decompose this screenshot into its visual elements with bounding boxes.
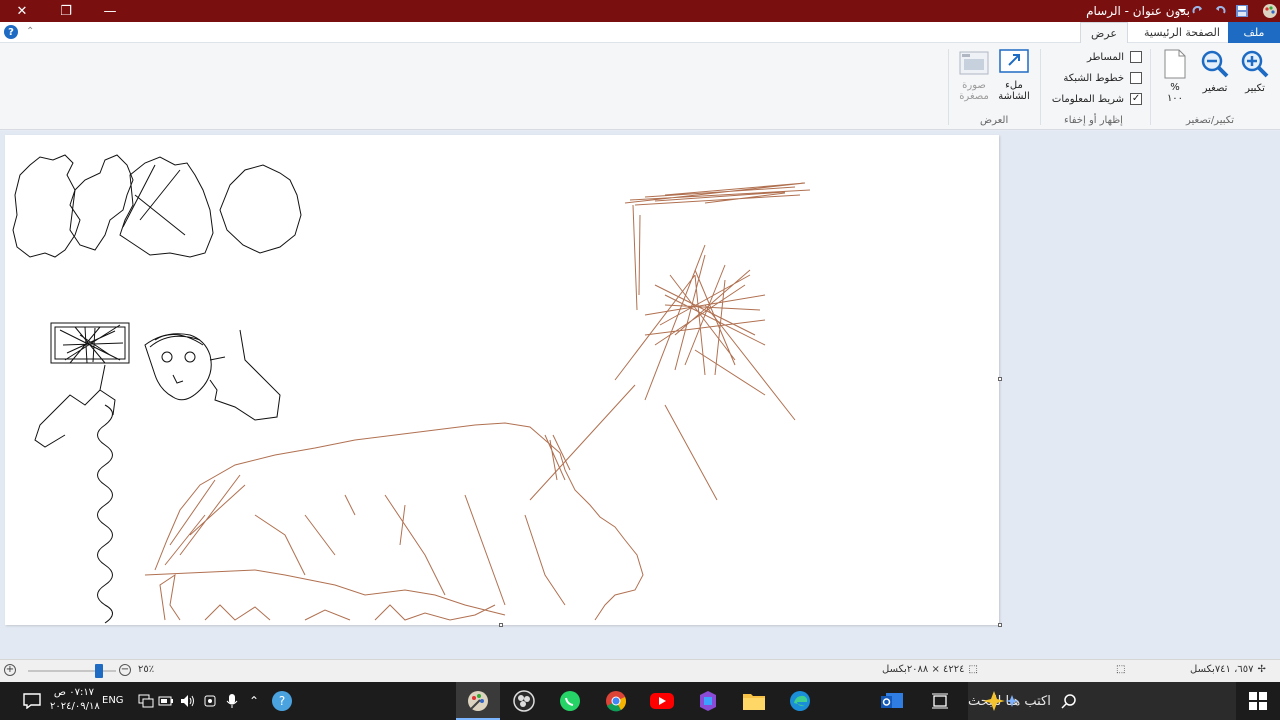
taskbar: ٠٧:١٧ ص ٢٠٢٤/٠٩/١٨ ENG ⌃ ? اكتب هنا للبح… (0, 682, 1280, 720)
sketch-scribble (59, 324, 124, 364)
zoom-group-label: تكبير/تصغير (1186, 115, 1235, 126)
resize-handle-right[interactable] (998, 377, 1002, 381)
canvas-workspace[interactable] (0, 131, 1280, 659)
copilot-sparkle-icon[interactable] (974, 687, 1034, 715)
youtube-taskbar-icon[interactable] (648, 687, 676, 715)
sketch-brown-lines-right (529, 244, 796, 501)
qat-customize-icon[interactable] (1174, 3, 1190, 19)
minimize-button[interactable]: — (88, 0, 132, 22)
show-hidden-icons[interactable]: ⌃ (240, 687, 268, 715)
windows-start-icon[interactable] (1244, 687, 1272, 715)
thumbnail-icon (959, 51, 989, 75)
save-icon[interactable] (1234, 3, 1250, 19)
tab-view[interactable]: عرض (1080, 22, 1128, 43)
drawing-canvas[interactable] (5, 135, 1002, 627)
language-indicator[interactable]: ENG (102, 694, 124, 708)
cursor-position-icon: ✢ (1257, 664, 1266, 675)
zoom-level: ٢٥٪ (138, 664, 155, 675)
file-explorer-taskbar-icon[interactable] (740, 687, 768, 715)
sketch-shape-1 (12, 154, 81, 258)
image-size: ⬚ ٤٢٢٤ × ٢٠٨٨بكسل (882, 664, 978, 675)
sketch-brown-top-lines (624, 182, 811, 206)
minus-icon: − (119, 664, 131, 676)
zoom-slider-thumb[interactable] (95, 664, 103, 678)
ribbon-tabs: ? ⌃ ملف الصفحة الرئيسية عرض (0, 22, 1280, 43)
drawing-sketch (12, 154, 811, 624)
sketch-neck (34, 364, 116, 448)
paint-app-icon (1262, 3, 1278, 19)
group-divider (1150, 49, 1151, 125)
show-hide-group-label: إظهار أو إخفاء (1064, 115, 1123, 126)
search-icon (1061, 694, 1076, 709)
sketch-brown-vertical (632, 204, 641, 311)
thumbnail-button[interactable]: صورة مصغرة (956, 51, 992, 102)
zoom-in-small-button[interactable]: + (4, 664, 16, 676)
cursor-position: ✢ ٦٥٧، ٧٤١بكسل (1190, 664, 1266, 675)
close-button[interactable]: ✕ (0, 0, 44, 22)
help-icon[interactable]: ? (4, 25, 18, 39)
redo-icon[interactable] (1190, 3, 1206, 19)
display-group-label: العرض (980, 115, 1009, 126)
close-icon: ✕ (16, 3, 28, 19)
clock[interactable]: ٠٧:١٧ ص ٢٠٢٤/٠٩/١٨ (50, 686, 100, 714)
fullscreen-icon (999, 49, 1029, 73)
sketch-shape-3 (119, 156, 214, 258)
task-view-icon[interactable] (926, 687, 954, 715)
selection-size-icon: ⬚ (1116, 664, 1126, 675)
ribbon-view-panel: تكبير تصغير % ١٠٠ تكبير/تصغير المساطر خط… (0, 43, 1280, 130)
obs-taskbar-icon[interactable] (510, 687, 538, 715)
plus-icon: + (4, 664, 16, 676)
edge-taskbar-icon[interactable] (786, 687, 814, 715)
gridlines-checkbox[interactable]: خطوط الشبكة (1063, 72, 1142, 84)
zoom-in-icon (1241, 50, 1269, 78)
sketch-wavy-line (97, 404, 113, 624)
zoom-out-icon (1201, 50, 1229, 78)
office-taskbar-icon[interactable] (694, 687, 722, 715)
svg-text:?: ? (279, 694, 285, 708)
status-bar: + − ٢٥٪ ⬚ ٤٢٢٤ × ٢٠٨٨بكسل ⬚ ✢ ٦٥٧، ٧٤١بك… (0, 659, 1280, 682)
chrome-taskbar-icon[interactable] (602, 687, 630, 715)
statusbar-check-box[interactable]: ✓ (1130, 93, 1142, 105)
resize-handle-bottom[interactable] (499, 623, 503, 627)
zoom-in-button[interactable]: تكبير (1238, 49, 1272, 94)
rulers-check-box[interactable] (1130, 51, 1142, 63)
collapse-ribbon-icon[interactable]: ⌃ (26, 26, 34, 37)
group-divider (1040, 49, 1041, 125)
undo-icon[interactable] (1212, 3, 1228, 19)
restore-button[interactable]: ❐ (44, 0, 88, 22)
fullscreen-button[interactable]: ملء الشاشة (996, 49, 1032, 102)
rulers-checkbox[interactable]: المساطر (1087, 51, 1142, 63)
help-tray-icon[interactable]: ? (268, 687, 296, 715)
zoom-100-button[interactable]: % ١٠٠ (1160, 49, 1190, 104)
notification-icon[interactable] (18, 687, 46, 715)
zoom-out-small-button[interactable]: − (119, 664, 131, 676)
outlook-taskbar-icon[interactable] (878, 687, 906, 715)
sketch-shape-4 (219, 164, 302, 254)
whatsapp-taskbar-icon[interactable] (556, 687, 584, 715)
tab-file[interactable]: ملف (1228, 22, 1280, 43)
restore-icon: ❐ (60, 3, 72, 19)
sketch-shape-2 (69, 154, 134, 251)
gridlines-check-box[interactable] (1130, 72, 1142, 84)
page-icon (1164, 49, 1186, 79)
statusbar-checkbox[interactable]: ✓ شريط المعلومات (1052, 93, 1142, 105)
group-divider (948, 49, 949, 125)
paint-taskbar-icon[interactable] (464, 687, 492, 715)
minimize-icon: — (103, 3, 117, 19)
title-bar: ✕ ❐ — بدون عنوان - الرسام (0, 0, 1280, 22)
image-size-icon: ⬚ (968, 664, 978, 675)
resize-handle-corner[interactable] (998, 623, 1002, 627)
zoom-out-button[interactable]: تصغير (1198, 49, 1232, 94)
tab-home[interactable]: الصفحة الرئيسية (1134, 22, 1230, 43)
